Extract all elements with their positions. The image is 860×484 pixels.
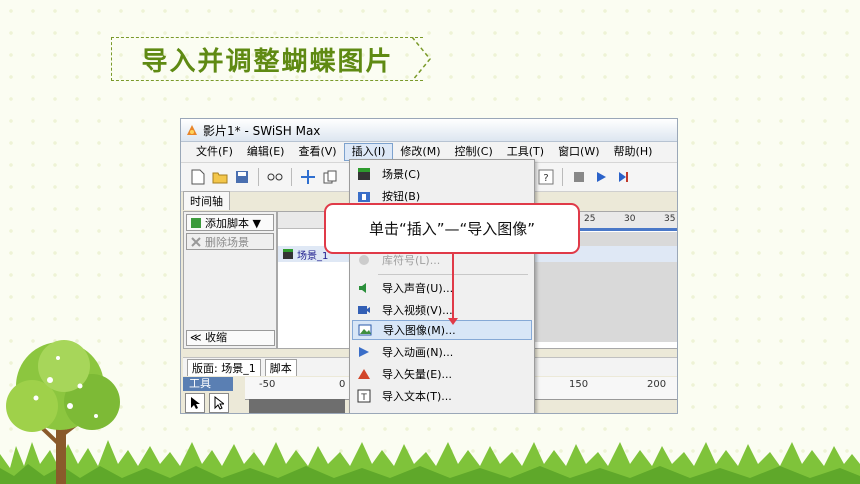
animation-icon (356, 344, 372, 360)
collapse-button[interactable]: ≪ 收缩 (186, 330, 275, 346)
tree-decoration (6, 340, 120, 484)
callout-text: 单击“插入”—“导入图像” (368, 220, 536, 238)
menu-item-label: 导入文本(T)... (382, 390, 452, 403)
vector-icon (356, 366, 372, 382)
timeline-left-panel: 添加脚本 ▼ 删除场景 ≪ 收缩 (183, 211, 277, 349)
subselect-arrow-icon[interactable] (209, 393, 229, 413)
menu-item-label: 导入图像(M)... (383, 324, 456, 337)
video-icon (356, 302, 372, 318)
glasses-icon[interactable] (266, 168, 284, 186)
menu-item-label: 场景(C) (382, 168, 421, 181)
ruler-number: 30 (624, 214, 636, 224)
svg-text:?: ? (543, 173, 548, 184)
library-icon (356, 252, 372, 268)
menu-view[interactable]: 查看(V) (291, 143, 343, 161)
image-icon (357, 322, 373, 338)
context-help-icon[interactable]: ? (537, 168, 555, 186)
menu-item-import-image[interactable]: 导入图像(M)... (352, 320, 532, 340)
timeline-tab[interactable]: 时间轴 (183, 191, 230, 210)
title-arrow-icon (412, 37, 431, 81)
stage-ruler-number: -50 (259, 379, 276, 390)
play-scene-icon[interactable] (614, 168, 632, 186)
menu-item-import-animation[interactable]: 导入动画(N)... (352, 342, 532, 362)
play-icon[interactable] (592, 168, 610, 186)
tab-script[interactable]: 脚本 (264, 358, 297, 376)
stage-ruler-number: 200 (647, 379, 667, 390)
swish-window: 影片1* - SWiSH Max 文件(F) 编辑(E) 查看(V) 插入(I)… (180, 118, 678, 414)
delete-icon (191, 236, 201, 247)
callout-arrow-icon (448, 318, 458, 325)
save-icon[interactable] (233, 168, 251, 186)
stop-icon[interactable] (570, 168, 588, 186)
svg-text:T: T (360, 393, 367, 403)
menu-item-scene[interactable]: 场景(C) (352, 164, 532, 184)
slide-title: 导入并调整蝴蝶图片 (141, 46, 394, 77)
tools-header: 工具 (183, 377, 233, 391)
toolbar-separator (562, 168, 563, 186)
delete-scene-label: 删除场景 (205, 235, 249, 249)
menu-item-label: 按钮(B) (382, 190, 421, 203)
menu-item-label: 库符号(L)... (382, 254, 441, 267)
button-icon (356, 188, 372, 204)
sound-icon (356, 280, 372, 296)
add-script-button[interactable]: 添加脚本 ▼ (186, 214, 274, 231)
menu-file[interactable]: 文件(F) (189, 143, 240, 161)
script-icon (191, 217, 201, 228)
menu-item-import-vector[interactable]: 导入矢量(E)... (352, 364, 532, 384)
stage-ruler-number: 0 (339, 379, 346, 390)
scene-row-label: 场景_1 (297, 250, 329, 262)
clapboard-icon (283, 249, 293, 259)
ruler-number: 25 (584, 214, 596, 224)
toolbar-separator (291, 168, 292, 186)
open-folder-icon[interactable] (211, 168, 229, 186)
scene-icon (356, 166, 372, 182)
new-file-icon[interactable] (189, 168, 207, 186)
menu-window[interactable]: 窗口(W) (551, 143, 606, 161)
ruler-number: 35 (664, 214, 676, 224)
timeline-tab-label: 时间轴 (190, 195, 223, 208)
copy-icon[interactable] (321, 168, 339, 186)
add-script-label: 添加脚本 ▼ (205, 216, 261, 230)
tools-row (183, 393, 229, 413)
toolbar-separator (258, 168, 259, 186)
menu-item-import-video[interactable]: 导入视频(V)... (352, 300, 532, 320)
menu-item-import-sound[interactable]: 导入声音(U)... (352, 278, 532, 298)
select-arrow-icon[interactable] (185, 393, 205, 413)
window-title: 影片1* - SWiSH Max (203, 123, 321, 138)
menu-help[interactable]: 帮助(H) (607, 143, 660, 161)
window-titlebar: 影片1* - SWiSH Max (181, 119, 677, 142)
instruction-callout: 单击“插入”—“导入图像” (324, 203, 580, 254)
app-logo-icon (187, 125, 197, 135)
move-icon[interactable] (299, 168, 317, 186)
menu-edit[interactable]: 编辑(E) (240, 143, 292, 161)
callout-pointer-line (452, 254, 454, 320)
tab-layout[interactable]: 版面: 场景_1 (187, 358, 261, 376)
text-icon: T (356, 388, 372, 404)
title-banner: 导入并调整蝴蝶图片 (111, 37, 423, 81)
delete-scene-button[interactable]: 删除场景 (186, 233, 274, 250)
menu-item-label: 导入动画(N)... (382, 346, 454, 359)
menu-item-label: 导入声音(U)... (382, 282, 454, 295)
menu-item-label: 导入视频(V)... (382, 304, 453, 317)
menu-item-label: 导入矢量(E)... (382, 368, 453, 381)
stage-ruler-number: 150 (569, 379, 589, 390)
stage-canvas[interactable] (249, 399, 345, 413)
insert-dropdown-menu: 场景(C) 按钮(B) 库符号(L)... 导入声音(U)... 导入视频(V)… (349, 159, 535, 413)
menu-item-import-text[interactable]: T 导入文本(T)... (352, 386, 532, 406)
